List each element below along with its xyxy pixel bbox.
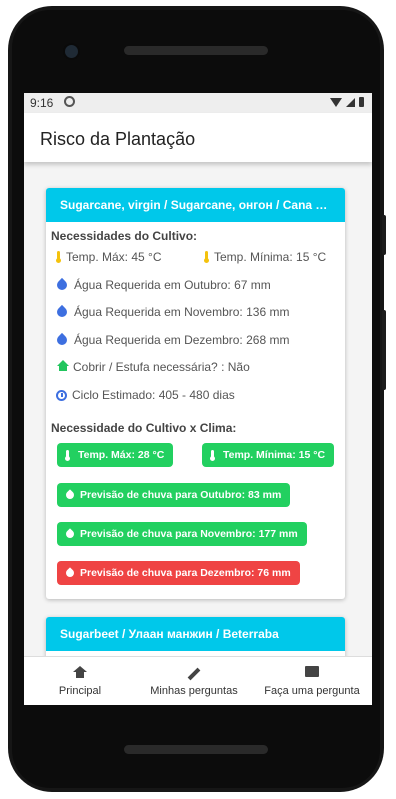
front-camera (65, 45, 78, 58)
water-drop-icon (64, 489, 76, 501)
status-time: 9:16 (30, 96, 54, 110)
water-drop-icon (54, 332, 70, 348)
chat-icon (305, 666, 319, 677)
house-icon (57, 360, 69, 371)
badge-rain-oct: Previsão de chuva para Outubro: 83 mm (57, 483, 291, 507)
temp-max-row: Temp. Máx: 45 °C (56, 250, 162, 264)
cycle-row: Ciclo Estimado: 405 - 480 dias (56, 388, 235, 402)
pencil-icon (187, 667, 201, 681)
water-oct-text: Água Requerida em Outubro: 67 mm (74, 278, 271, 292)
climate-title: Necessidade do Cultivo x Clima: (51, 421, 237, 435)
home-icon (73, 666, 87, 678)
water-drop-icon (64, 528, 76, 540)
scroll-content[interactable]: Sugarcane, virgin / Sugarcane, онгон / C… (24, 162, 372, 656)
nav-faca-pergunta-label: Faça uma pergunta (264, 685, 360, 697)
water-drop-icon (54, 304, 70, 320)
badge-rain-dec-text: Previsão de chuva para Dezembro: 76 mm (80, 567, 291, 579)
water-nov-text: Água Requerida em Novembro: 136 mm (74, 305, 290, 319)
nav-minhas-perguntas[interactable]: Minhas perguntas (136, 657, 252, 705)
nav-minhas-perguntas-label: Minhas perguntas (150, 685, 238, 697)
earpiece-speaker (124, 46, 268, 55)
cover-row: Cobrir / Estufa necessária? : Não (57, 360, 250, 374)
badge-rain-dec: Previsão de chuva para Dezembro: 76 mm (57, 561, 300, 585)
badge-temp-max: Temp. Máx: 28 °C (57, 443, 174, 467)
app-bar: Risco da Plantação (24, 113, 372, 162)
badge-temp-min: Temp. Mínima: 15 °C (202, 443, 335, 467)
clock-icon (56, 389, 67, 401)
water-dec-row: Água Requerida em Dezembro: 268 mm (54, 332, 290, 348)
water-drop-icon (64, 567, 76, 579)
badge-temp-max-text: Temp. Máx: 28 °C (78, 449, 165, 461)
wifi-icon (330, 97, 342, 107)
crop-card[interactable]: Sugarbeet / Улаан манжин / Beterraba (46, 617, 345, 656)
nav-principal-label: Principal (58, 685, 102, 697)
badge-rain-nov-text: Previsão de chuva para Novembro: 177 mm (80, 528, 298, 540)
water-nov-row: Água Requerida em Novembro: 136 mm (54, 304, 290, 320)
crop-card-header: Sugarcane, virgin / Sugarcane, онгон / C… (46, 188, 345, 222)
page-title: Risco da Plantação (40, 129, 196, 149)
water-dec-text: Água Requerida em Dezembro: 268 mm (74, 333, 290, 347)
thermometer-icon (210, 449, 215, 461)
signal-icon (346, 97, 355, 107)
crop-card[interactable]: Sugarcane, virgin / Sugarcane, онгон / C… (46, 188, 345, 599)
power-button (382, 215, 386, 255)
thermometer-icon (56, 251, 61, 263)
badge-rain-nov: Previsão de chuva para Novembro: 177 mm (57, 522, 307, 546)
temp-min-text: Temp. Mínima: 15 °C (214, 250, 327, 264)
thermometer-icon (204, 251, 209, 263)
badge-temp-min-text: Temp. Mínima: 15 °C (223, 449, 326, 461)
volume-button (382, 310, 386, 390)
nav-principal[interactable]: Principal (24, 657, 136, 705)
thermometer-icon (65, 449, 70, 461)
cover-text: Cobrir / Estufa necessária? : Não (73, 360, 250, 374)
screen: 9:16 Risco da Plantação Sugarcane, virgi… (24, 93, 372, 705)
battery-icon (359, 97, 364, 107)
water-oct-row: Água Requerida em Outubro: 67 mm (54, 277, 271, 293)
needs-title: Necessidades do Cultivo: (51, 229, 198, 243)
crop-card-header: Sugarbeet / Улаан манжин / Beterraba (46, 617, 345, 651)
status-icons (330, 97, 364, 107)
badge-rain-oct-text: Previsão de chuva para Outubro: 83 mm (80, 489, 282, 501)
bottom-navigation: Principal Minhas perguntas Faça uma perg… (24, 656, 372, 705)
sync-icon (64, 96, 75, 107)
nav-faca-pergunta[interactable]: Faça uma pergunta (252, 657, 372, 705)
cycle-text: Ciclo Estimado: 405 - 480 dias (72, 388, 235, 402)
temp-min-row: Temp. Mínima: 15 °C (204, 250, 326, 264)
status-bar: 9:16 (24, 93, 372, 113)
water-drop-icon (54, 277, 70, 293)
temp-max-text: Temp. Máx: 45 °C (66, 250, 162, 264)
bottom-speaker (124, 745, 268, 754)
